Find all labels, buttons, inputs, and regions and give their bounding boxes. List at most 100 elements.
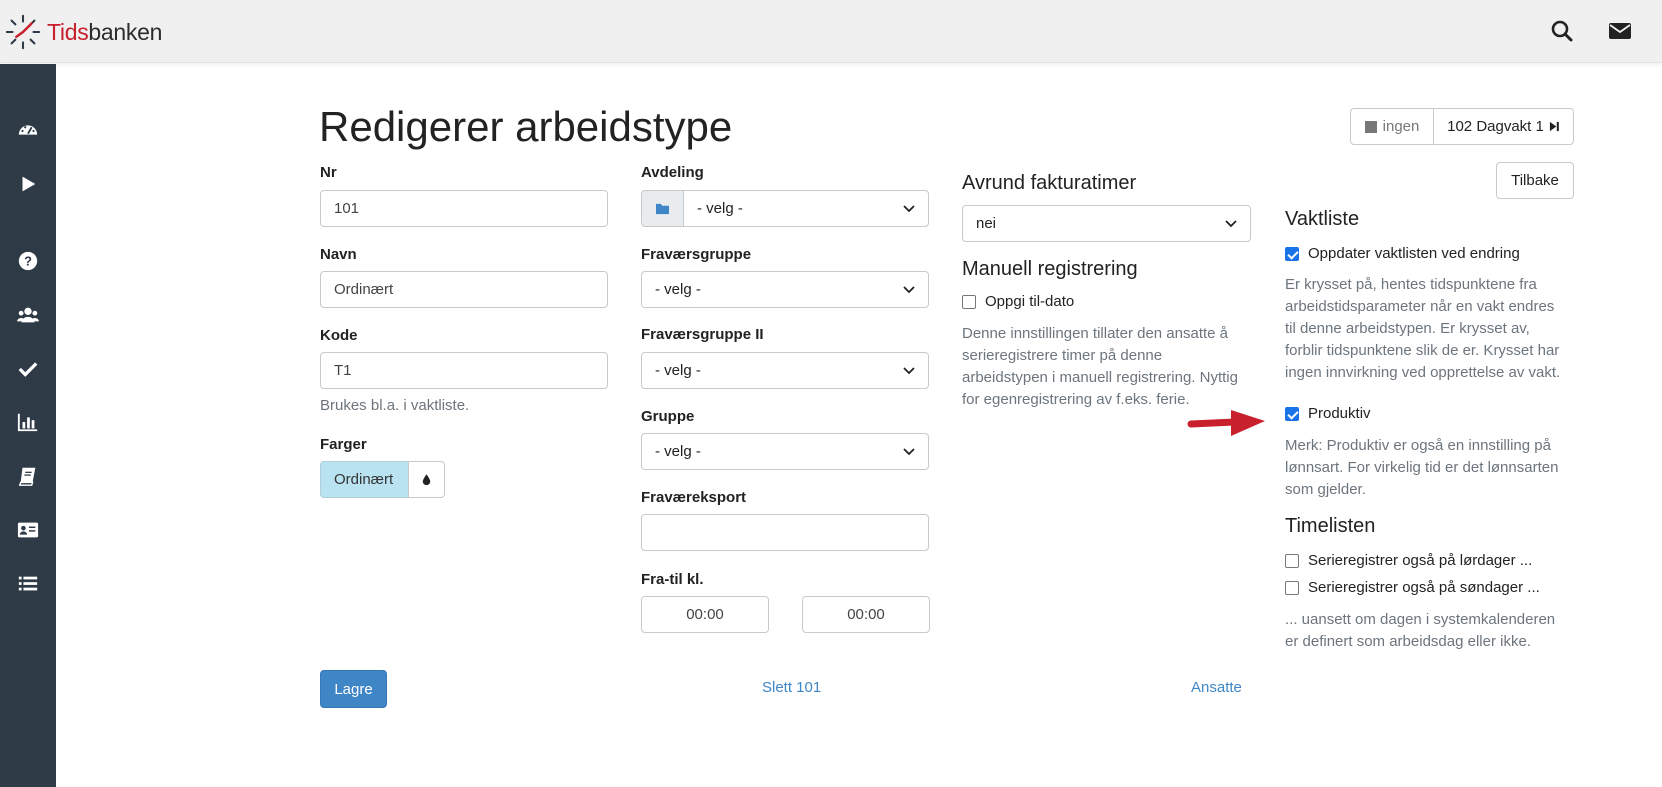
manuell-help-line: arbeidstypen i manuell registrering. Nyt… [962, 369, 1238, 386]
kode-label: Kode [320, 327, 358, 344]
sondager-checkbox[interactable] [1285, 580, 1299, 595]
vaktliste-title: Vaktliste [1285, 208, 1360, 230]
chevron-down-icon [903, 285, 915, 293]
oppdater-checkbox-row: Oppdater vaktlisten ved endring [1285, 245, 1520, 262]
top-bar: Tidsbanken [0, 0, 1662, 63]
vaktliste-help-line: Er krysset på, hentes tidspunktene fra [1285, 276, 1537, 293]
til-time-input[interactable]: 00:00 [802, 596, 930, 633]
fravaereksport-input[interactable] [641, 514, 929, 551]
step-forward-icon [1549, 121, 1559, 132]
logo-clock-icon [5, 14, 41, 50]
fra-time-input[interactable]: 00:00 [641, 596, 769, 633]
employees-link[interactable]: Ansatte [1191, 679, 1242, 696]
produktiv-checkbox[interactable] [1285, 406, 1299, 421]
book-icon[interactable] [10, 458, 46, 494]
logo[interactable]: Tidsbanken [4, 13, 162, 51]
avdeling-select[interactable]: - velg - [683, 190, 929, 227]
logo-text: Tidsbanken [47, 19, 162, 46]
timelisten-help-line: er definert som arbeidsdag eller ikke. [1285, 633, 1531, 650]
fravaersgruppe-select[interactable]: - velg - [641, 271, 929, 308]
kode-input[interactable]: T1 [320, 352, 608, 389]
color-preview: Ordinært [320, 461, 409, 498]
avrund-select[interactable]: nei [962, 205, 1251, 242]
vaktliste-help-line: arbeidstidsparameter når en vakt endres [1285, 298, 1555, 315]
lordager-checkbox[interactable] [1285, 553, 1299, 568]
produktiv-help-line: lønnsart. For virkelig tid er det lønnsa… [1285, 459, 1559, 476]
fravaersgruppe2-select[interactable]: - velg - [641, 352, 929, 389]
next-item-button[interactable]: 102 Dagvakt 1 [1433, 108, 1574, 145]
red-arrow-annotation [1187, 410, 1265, 436]
oppgi-checkbox[interactable] [962, 294, 976, 309]
check-icon[interactable] [10, 351, 46, 387]
fravaersgruppe2-label: Fraværsgruppe II [641, 326, 764, 343]
fravaersgruppe2-value: - velg - [655, 362, 701, 379]
gruppe-select[interactable]: - velg - [641, 433, 929, 470]
dashboard-icon[interactable] [10, 112, 46, 148]
manuell-title: Manuell registrering [962, 258, 1138, 280]
next-item-label: 102 Dagvakt 1 [1447, 118, 1544, 135]
fratil-label: Fra-til kl. [641, 571, 704, 588]
produktiv-checkbox-row: Produktiv [1285, 405, 1371, 422]
oppdater-label: Oppdater vaktlisten ved endring [1308, 245, 1520, 262]
kode-help: Brukes bl.a. i vaktliste. [320, 397, 470, 414]
back-button[interactable]: Tilbake [1496, 162, 1574, 199]
nr-input[interactable]: 101 [320, 190, 608, 227]
avrund-title: Avrund fakturatimer [962, 172, 1137, 194]
produktiv-help: Merk: Produktiv er også en innstilling p… [1285, 435, 1558, 501]
lordager-label: Serieregistrer også på lørdager ... [1308, 552, 1533, 569]
sondager-checkbox-row: Serieregistrer også på søndager ... [1285, 579, 1540, 596]
folder-icon [656, 203, 669, 215]
manuell-help: Denne innstillingen tillater den ansatte… [962, 323, 1238, 411]
oppdater-checkbox[interactable] [1285, 246, 1299, 261]
envelope-icon[interactable] [1608, 19, 1634, 45]
search-icon[interactable] [1550, 19, 1576, 45]
avdeling-value: - velg - [697, 200, 743, 217]
produktiv-help-line: Merk: Produktiv er også en innstilling p… [1285, 437, 1551, 454]
logo-suffix: banken [88, 18, 163, 45]
id-card-icon[interactable] [10, 512, 46, 548]
fravaersgruppe-label: Fraværsgruppe [641, 246, 752, 263]
timelisten-help-line: ... uansett om dagen i systemkalenderen [1285, 611, 1556, 628]
timelisten-help: ... uansett om dagen i systemkalenderen … [1285, 609, 1555, 653]
chevron-down-icon [1225, 219, 1237, 227]
chevron-down-icon [903, 366, 915, 374]
avrund-value: nei [976, 215, 997, 232]
oppgi-checkbox-row: Oppgi til-dato [962, 293, 1074, 310]
vaktliste-help-line: ingen innvirkning ved opprettelse av vak… [1285, 364, 1561, 381]
oppgi-label: Oppgi til-dato [985, 293, 1075, 310]
produktiv-help-line: som gjelder. [1285, 481, 1366, 498]
save-button[interactable]: Lagre [320, 670, 387, 708]
sondager-label: Serieregistrer også på søndager ... [1308, 579, 1540, 596]
avdeling-label: Avdeling [641, 164, 704, 181]
navn-input[interactable]: Ordinært [320, 271, 608, 308]
manuell-help-line: serieregistrere timer på denne [962, 347, 1163, 364]
chevron-down-icon [903, 447, 915, 455]
none-button[interactable]: ingen [1350, 108, 1434, 145]
manuell-help-line: Denne innstillingen tillater den ansatte… [962, 325, 1229, 342]
svg-text:?: ? [24, 254, 32, 269]
timelisten-title: Timelisten [1285, 515, 1376, 537]
gruppe-value: - velg - [655, 443, 701, 460]
stop-square-icon [1364, 120, 1377, 133]
vaktliste-help-line: forblir tidspunktene slik de er. Krysset… [1285, 342, 1560, 359]
users-icon[interactable] [10, 297, 46, 333]
list-icon[interactable] [10, 566, 46, 602]
bar-chart-icon[interactable] [10, 404, 46, 440]
page-title: Redigerer arbeidstype [319, 103, 733, 150]
farger-label: Farger [320, 436, 367, 453]
folder-button[interactable] [641, 190, 684, 227]
delete-link[interactable]: Slett 101 [762, 679, 821, 696]
none-label: ingen [1382, 118, 1420, 135]
vaktliste-help-line: til denne arbeidstypen. Er krysset av, [1285, 320, 1530, 337]
tint-icon [422, 474, 431, 486]
question-icon[interactable]: ? [10, 243, 46, 279]
sidebar: ? [0, 64, 56, 787]
logo-prefix: Tids [47, 18, 89, 45]
produktiv-label: Produktiv [1308, 405, 1371, 422]
play-icon[interactable] [10, 166, 46, 202]
nr-label: Nr [320, 164, 337, 181]
lordager-checkbox-row: Serieregistrer også på lørdager ... [1285, 552, 1532, 569]
fravaersgruppe-value: - velg - [655, 281, 701, 298]
navn-label: Navn [320, 246, 357, 263]
color-picker-button[interactable] [408, 461, 445, 498]
